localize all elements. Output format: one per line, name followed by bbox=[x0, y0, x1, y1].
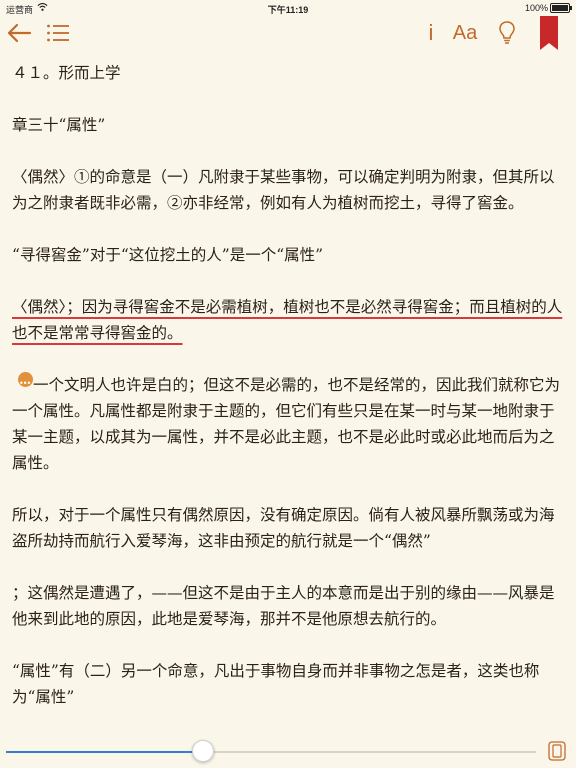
note-icon[interactable] bbox=[18, 371, 33, 397]
back-button[interactable] bbox=[4, 16, 34, 50]
reading-progress-bar bbox=[0, 736, 576, 768]
progress-slider-thumb[interactable] bbox=[192, 740, 215, 762]
paragraph: 一个文明人也许是白的；但这不是必需的，也不是经常的，因此我们就称它为一个属性。凡… bbox=[12, 371, 564, 476]
paragraph: 章三十“属性” bbox=[12, 112, 564, 138]
info-icon: i bbox=[428, 20, 434, 45]
reader-toolbar: i Aa bbox=[0, 16, 576, 52]
paragraph-text: ４１。形而上学 bbox=[12, 64, 121, 82]
paragraph: 所以，对于一个属性只有偶然原因，没有确定原因。倘有人被风暴所飘荡或为海盗所劫持而… bbox=[12, 502, 564, 554]
table-of-contents-button[interactable] bbox=[44, 16, 72, 50]
paragraph-text: 章三十“属性” bbox=[12, 116, 106, 134]
paragraph: ４１。形而上学 bbox=[12, 60, 564, 86]
font-size-icon: Aa bbox=[452, 21, 478, 44]
paragraph: ；这偶然是遭遇了，——但这不是由于主人的本意而是出于别的缘由——风暴是他来到此地… bbox=[12, 580, 564, 632]
paragraph-text: ；这偶然是遭遇了，——但这不是由于主人的本意而是出于别的缘由——风暴是他来到此地… bbox=[12, 584, 555, 628]
list-icon bbox=[47, 24, 69, 42]
paragraph-text: “寻得窖金”对于“这位挖土的人”是一个“属性” bbox=[12, 246, 324, 264]
bookmark-ribbon-icon[interactable] bbox=[540, 16, 558, 50]
paragraph-text: 一个文明人也许是白的；但这不是必需的，也不是经常的，因此我们就称它为一个属性。凡… bbox=[12, 376, 561, 472]
clock: 下午11:19 bbox=[267, 5, 309, 15]
info-button[interactable]: i bbox=[422, 16, 440, 50]
book-page-content: ４１。形而上学 章三十“属性” 〈偶然〉①的命意是（一）凡附隶于某些事物，可以确定判… bbox=[12, 60, 564, 736]
battery-percentage: 100% bbox=[524, 3, 548, 13]
brightness-button[interactable] bbox=[494, 16, 520, 50]
paragraph-text: 所以，对于一个属性只有偶然原因，没有确定原因。倘有人被风暴所飘荡或为海盗所劫持而… bbox=[12, 506, 555, 550]
battery-icon bbox=[550, 3, 572, 13]
paragraph: “属性”有（二）另一个命意，凡出于事物自身而并非事物之怎是者，这类也称为“属性” bbox=[12, 658, 564, 710]
paragraph-text: 〈偶然〉；因为寻得窖金不是必需植树，植树也不是必然寻得窖金；而且植树的人也不是常… bbox=[12, 298, 563, 342]
paragraph: “寻得窖金”对于“这位挖土的人”是一个“属性” bbox=[12, 242, 564, 268]
arrow-left-icon bbox=[7, 23, 32, 43]
paragraph-text: 〈偶然〉①的命意是（一）凡附隶于某些事物，可以确定判明为附隶，但其所以为之附隶者… bbox=[12, 168, 555, 212]
font-settings-button[interactable]: Aa bbox=[449, 16, 481, 50]
highlighted-paragraph: 〈偶然〉；因为寻得窖金不是必需植树，植树也不是必然寻得窖金；而且植树的人也不是常… bbox=[12, 294, 564, 346]
rotation-lock-icon[interactable] bbox=[548, 741, 566, 761]
status-bar: 运营商 下午11:19 100% bbox=[0, 0, 576, 16]
lightbulb-icon bbox=[499, 21, 515, 44]
paragraph: 〈偶然〉①的命意是（一）凡附隶于某些事物，可以确定判明为附隶，但其所以为之附隶者… bbox=[12, 164, 564, 216]
progress-fill bbox=[6, 751, 203, 753]
paragraph-text: “属性”有（二）另一个命意，凡出于事物自身而并非事物之怎是者，这类也称为“属性” bbox=[12, 662, 540, 706]
